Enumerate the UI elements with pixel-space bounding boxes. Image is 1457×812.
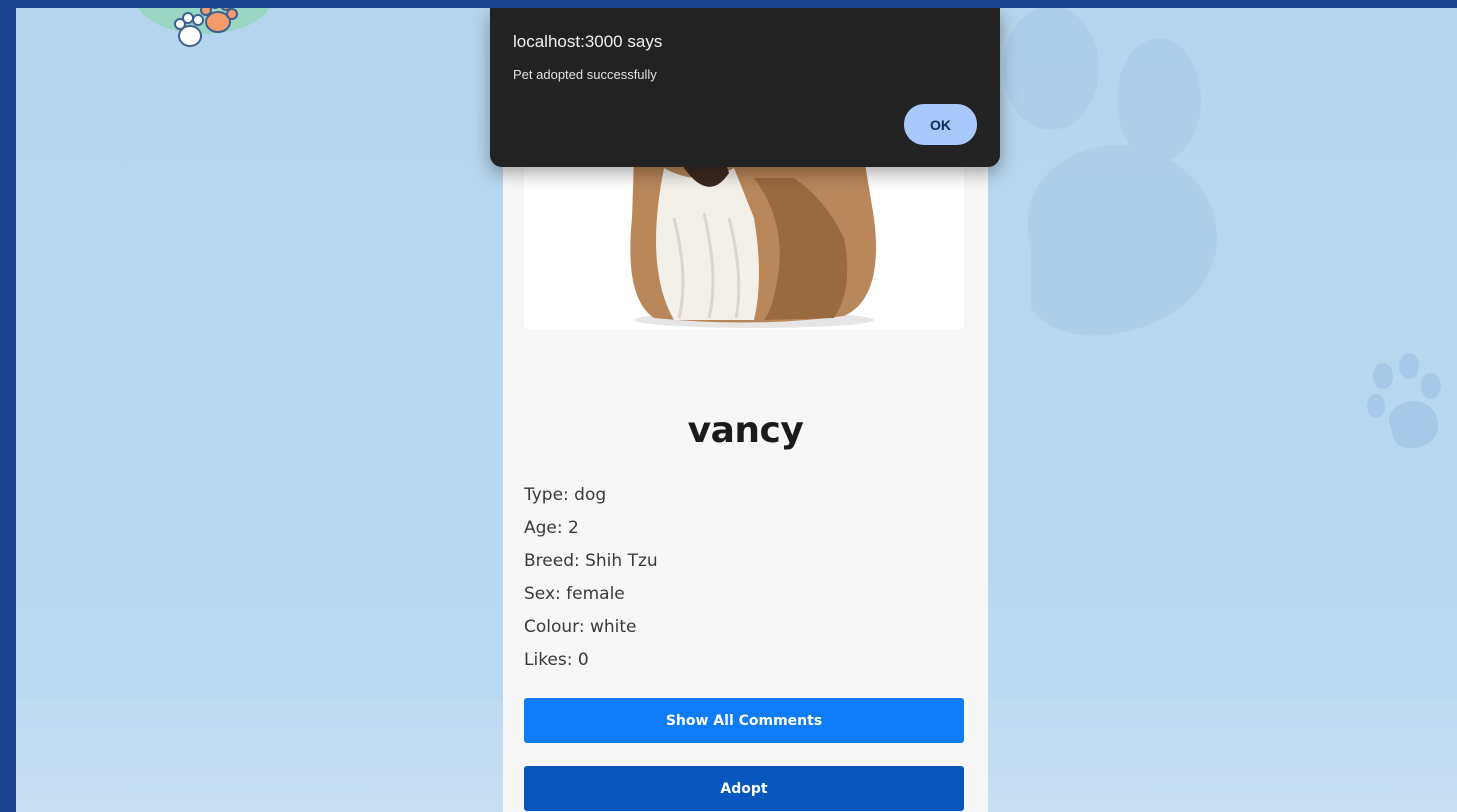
show-comments-button[interactable]: Show All Comments	[524, 698, 964, 743]
adopt-button[interactable]: Adopt	[524, 766, 964, 811]
pet-colour: Colour: white	[524, 617, 637, 637]
pet-photo	[524, 158, 964, 330]
pet-age: Age: 2	[524, 518, 579, 538]
alert-message: Pet adopted successfully	[513, 67, 657, 82]
pet-breed: Breed: Shih Tzu	[524, 551, 658, 571]
paw-logo-icon[interactable]	[134, 8, 274, 58]
alert-dialog: localhost:3000 says Pet adopted successf…	[490, 8, 1000, 167]
pet-card: vancy Type: dog Age: 2 Breed: Shih Tzu S…	[503, 158, 988, 812]
pet-sex: Sex: female	[524, 584, 625, 604]
pet-likes: Likes: 0	[524, 650, 589, 670]
paw-print-icon	[991, 8, 1251, 368]
pet-name: vancy	[687, 410, 804, 451]
paw-print-icon	[1351, 348, 1451, 448]
page-viewport: vancy Type: dog Age: 2 Breed: Shih Tzu S…	[16, 8, 1457, 812]
alert-ok-button[interactable]: OK	[904, 104, 977, 145]
pet-details: Type: dog Age: 2 Breed: Shih Tzu Sex: fe…	[524, 483, 658, 681]
pet-type: Type: dog	[524, 485, 607, 505]
alert-title: localhost:3000 says	[513, 32, 663, 51]
